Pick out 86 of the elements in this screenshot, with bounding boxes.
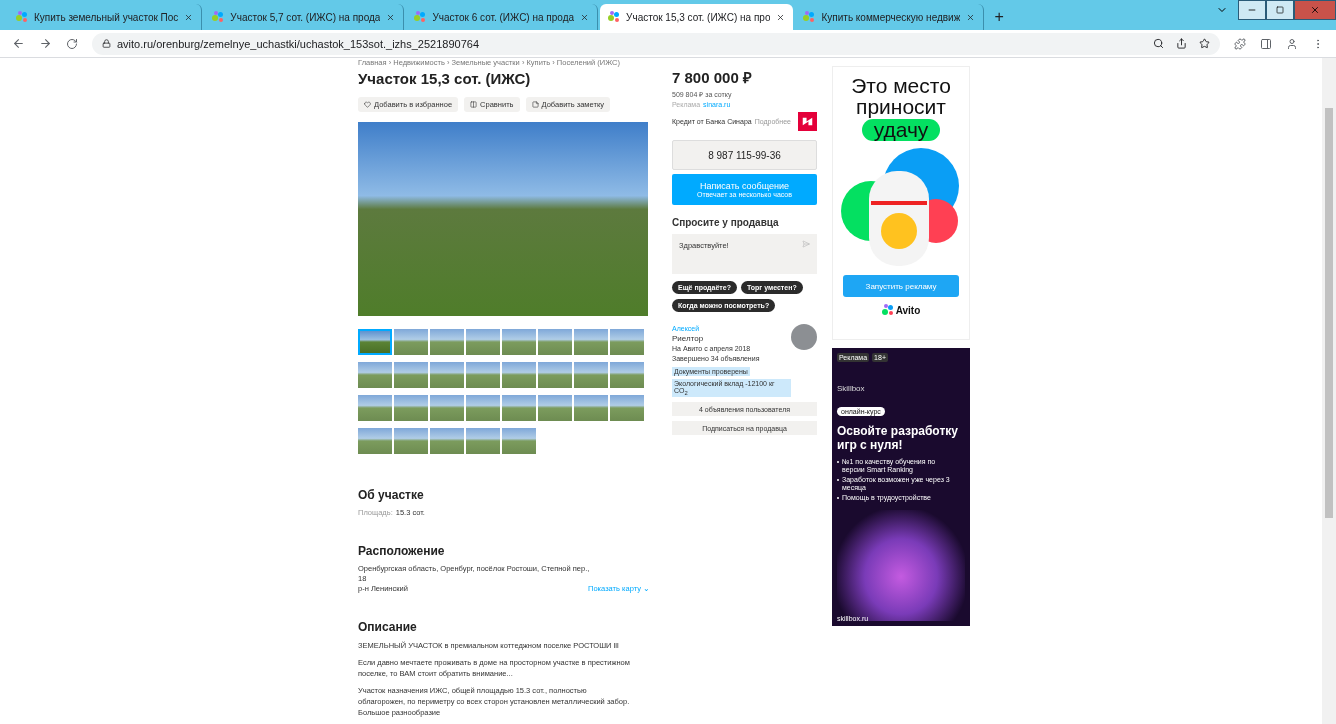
site-icon (414, 11, 427, 23)
address-field[interactable]: avito.ru/orenburg/zemelnye_uchastki/uchastok_153sot._izhs_2521890764 (92, 32, 1220, 55)
thumbnail-placeholder[interactable] (430, 428, 464, 454)
site-icon (803, 11, 816, 23)
search-icon[interactable] (1153, 38, 1164, 49)
browser-tab[interactable]: Купить коммерческую недвиж (795, 4, 985, 30)
thumbnail-placeholder[interactable] (394, 395, 428, 421)
section-heading: Описание (358, 620, 418, 634)
thumbnail-placeholder[interactable] (358, 428, 392, 454)
tab-title: Участок 5,7 сот. (ИЖС) на прода (230, 11, 381, 23)
lock-icon (102, 39, 111, 48)
side-panel-icon[interactable] (1260, 37, 1272, 50)
section-heading: Расположение (358, 544, 446, 558)
share-icon[interactable] (1176, 38, 1187, 49)
thumbnail-placeholder[interactable] (502, 362, 536, 388)
back-icon[interactable] (12, 37, 25, 50)
heart-icon (364, 101, 371, 108)
thumbnail-placeholder[interactable] (610, 362, 644, 388)
site-icon (212, 11, 225, 23)
price: 7 800 000 ₽ (672, 68, 753, 87)
thumbnail-placeholder[interactable] (610, 329, 644, 355)
thumbnail-placeholder[interactable] (574, 329, 608, 355)
send-icon[interactable] (802, 240, 810, 248)
thumbnail-placeholder[interactable] (394, 362, 428, 388)
thumbnail-placeholder[interactable] (502, 329, 536, 355)
ad-banner[interactable]: Это место приносит удачу Запустить рекламу Avito (832, 66, 970, 340)
thumbnail-placeholder[interactable] (466, 395, 500, 421)
thumbnail-placeholder[interactable] (538, 395, 572, 421)
browser-tab[interactable]: Купить земельный участок Пос (8, 4, 203, 30)
compare-icon (470, 101, 478, 108)
section-heading: Об участке (358, 488, 425, 502)
ad-highlight: удачу (861, 119, 941, 141)
thumbnail-placeholder[interactable] (394, 329, 428, 355)
star-icon[interactable] (1199, 38, 1210, 49)
thumbnail-placeholder[interactable] (430, 329, 464, 355)
close-icon[interactable] (966, 12, 976, 22)
seller-type: Риелтор (672, 334, 704, 344)
reload-icon[interactable] (66, 37, 78, 50)
browser-tab[interactable]: Участок 15,3 сот. (ИЖС) на про (600, 4, 794, 30)
avatar (791, 324, 817, 350)
maximize-button[interactable] (1266, 0, 1294, 20)
phone-button[interactable]: 8 987 115-99-36 (672, 140, 817, 170)
browser-tab[interactable]: Участок 6 сот. (ИЖС) на прода (406, 4, 599, 30)
thumbnail-placeholder[interactable] (466, 362, 500, 388)
profile-icon[interactable] (1286, 37, 1298, 50)
thumbnail-placeholder[interactable] (430, 362, 464, 388)
tab-title: Купить коммерческую недвиж (821, 11, 961, 23)
close-icon[interactable] (580, 12, 590, 22)
restore-icon (1276, 6, 1284, 14)
ad-brand: Skillbox (837, 384, 866, 393)
close-icon[interactable] (184, 12, 194, 22)
thumbnail-placeholder[interactable] (502, 428, 536, 454)
minimize-button[interactable] (1238, 0, 1266, 20)
url-text: avito.ru/orenburg/zemelnye_uchastki/uchastok_153sot._izhs_2521890764 (117, 37, 480, 50)
site-icon (608, 11, 621, 23)
puzzle-icon[interactable] (1234, 37, 1246, 50)
site-icon (16, 11, 28, 23)
listing-title: Участок 15,3 сот. (ИЖС) (358, 70, 532, 87)
bank-logo-icon (798, 112, 817, 131)
thumbnail-placeholder[interactable] (610, 395, 644, 421)
note-icon (531, 101, 539, 108)
thumbnail-placeholder[interactable] (358, 395, 392, 421)
tab-title: Купить земельный участок Пос (34, 11, 179, 23)
thumbnail-placeholder[interactable] (394, 428, 428, 454)
tab-title: Участок 6 сот. (ИЖС) на прода (432, 11, 575, 23)
thumbnail-placeholder[interactable] (358, 329, 392, 355)
thumbnail-placeholder[interactable] (466, 329, 500, 355)
thumbnail-placeholder[interactable] (502, 395, 536, 421)
ad-logo: Avito (881, 304, 921, 316)
forward-icon[interactable] (39, 37, 52, 50)
ad-headline: Освойте разработку игр с нуля! (837, 424, 959, 452)
tab-title: Участок 15,3 сот. (ИЖС) на про (626, 11, 771, 23)
close-icon[interactable] (386, 12, 396, 22)
thumbnail-placeholder[interactable] (538, 362, 572, 388)
scrollbar[interactable] (1322, 58, 1336, 724)
new-tab-button[interactable]: + (986, 8, 1012, 30)
close-icon (1310, 5, 1320, 15)
close-icon[interactable] (776, 12, 786, 22)
thumbnail-placeholder[interactable] (466, 428, 500, 454)
thumbnail-placeholder[interactable] (574, 362, 608, 388)
browser-tab[interactable]: Участок 5,7 сот. (ИЖС) на прода (204, 4, 405, 30)
ask-heading: Спросите у продавца (672, 217, 780, 228)
thumbnail-placeholder[interactable] (358, 362, 392, 388)
thumbnail-placeholder[interactable] (538, 329, 572, 355)
thumbnail-placeholder[interactable] (430, 395, 464, 421)
thumbnail-placeholder[interactable] (574, 395, 608, 421)
